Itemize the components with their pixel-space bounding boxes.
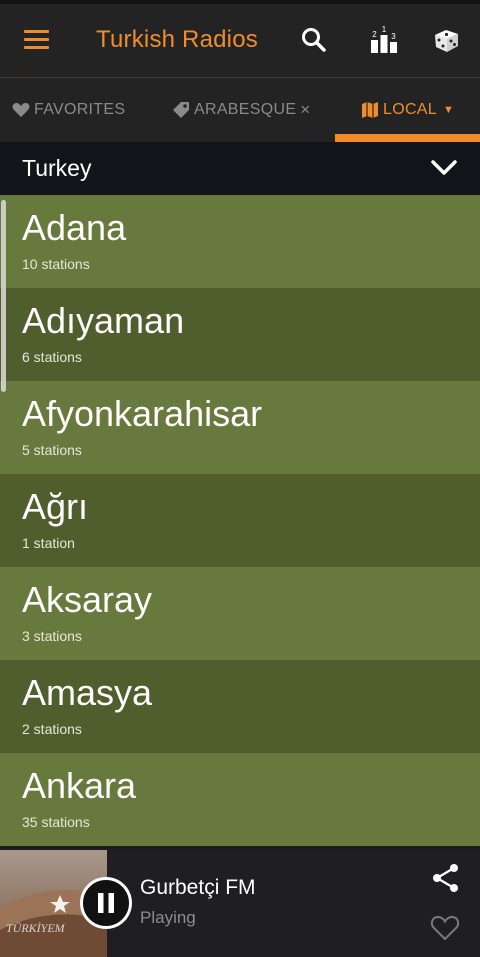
tab-favorites-label: FAVORITES [34, 101, 126, 118]
station-count: 35 stations [22, 814, 90, 830]
station-count: 10 stations [22, 256, 90, 272]
city-list[interactable]: Adana 10 stations Adıyaman 6 stations Af… [0, 195, 480, 850]
chevron-down-icon[interactable] [430, 156, 458, 185]
tab-arabesque[interactable]: ARABESQUE × [172, 78, 311, 142]
station-count: 1 station [22, 535, 75, 551]
ranking-digit-3: 3 [391, 32, 396, 41]
playback-status: Playing [140, 908, 196, 927]
ranking-digit-2: 2 [372, 30, 377, 39]
app-title: Turkish Radios [96, 26, 258, 53]
station-count: 6 stations [22, 349, 82, 365]
region-selector[interactable]: Turkey [0, 142, 480, 195]
artwork-watermark: TÜRKİYEM [6, 920, 66, 935]
category-tabs: FAVORITES ARABESQUE × LOCAL ▼ [0, 78, 480, 142]
dice-icon[interactable] [429, 22, 465, 58]
ranking-digit-1: 1 [382, 25, 387, 34]
ranking-icon[interactable]: 2 1 3 [366, 22, 402, 58]
list-item[interactable]: Amasya 2 stations [0, 660, 480, 753]
search-icon[interactable] [296, 22, 332, 58]
city-name: Adıyaman [22, 300, 185, 341]
station-count: 2 stations [22, 721, 82, 737]
list-item[interactable]: Ağrı 1 station [0, 474, 480, 567]
heart-icon [12, 102, 30, 118]
region-name: Turkey [22, 155, 92, 181]
active-tab-indicator [335, 134, 480, 142]
app-toolbar: Turkish Radios 2 1 3 [0, 4, 480, 78]
city-name: Amasya [22, 672, 153, 713]
city-name: Adana [22, 207, 127, 248]
list-item[interactable]: Aksaray 3 stations [0, 567, 480, 660]
favorite-heart-icon[interactable] [430, 914, 462, 946]
share-icon[interactable] [430, 862, 462, 894]
list-item[interactable]: Ankara 35 stations [0, 753, 480, 846]
tab-favorites[interactable]: FAVORITES [12, 78, 125, 142]
city-name: Ağrı [22, 486, 89, 527]
city-name: Aksaray [22, 579, 153, 620]
tag-icon [172, 101, 190, 119]
station-name: Gurbetçi FM [140, 876, 256, 899]
chevron-down-icon[interactable]: ▼ [443, 104, 454, 116]
scrollbar[interactable] [1, 200, 6, 392]
now-playing-bar[interactable]: TÜRKİYEM Gurbetçi FM Playing [0, 850, 480, 957]
city-name: Ankara [22, 765, 137, 806]
map-icon [361, 101, 379, 119]
station-count: 3 stations [22, 628, 82, 644]
tab-local-label: LOCAL [383, 101, 437, 118]
list-item[interactable]: Adıyaman 6 stations [0, 288, 480, 381]
city-name: Afyonkarahisar [22, 393, 263, 434]
tab-arabesque-close-icon[interactable]: × [300, 100, 310, 120]
list-item[interactable]: Afyonkarahisar 5 stations [0, 381, 480, 474]
tab-local[interactable]: LOCAL ▼ [361, 78, 454, 142]
pause-icon [98, 893, 114, 913]
tab-arabesque-label: ARABESQUE [194, 101, 297, 118]
pause-button[interactable] [80, 877, 132, 929]
menu-icon[interactable] [18, 24, 58, 56]
list-item[interactable]: Adana 10 stations [0, 195, 480, 288]
station-count: 5 stations [22, 442, 82, 458]
